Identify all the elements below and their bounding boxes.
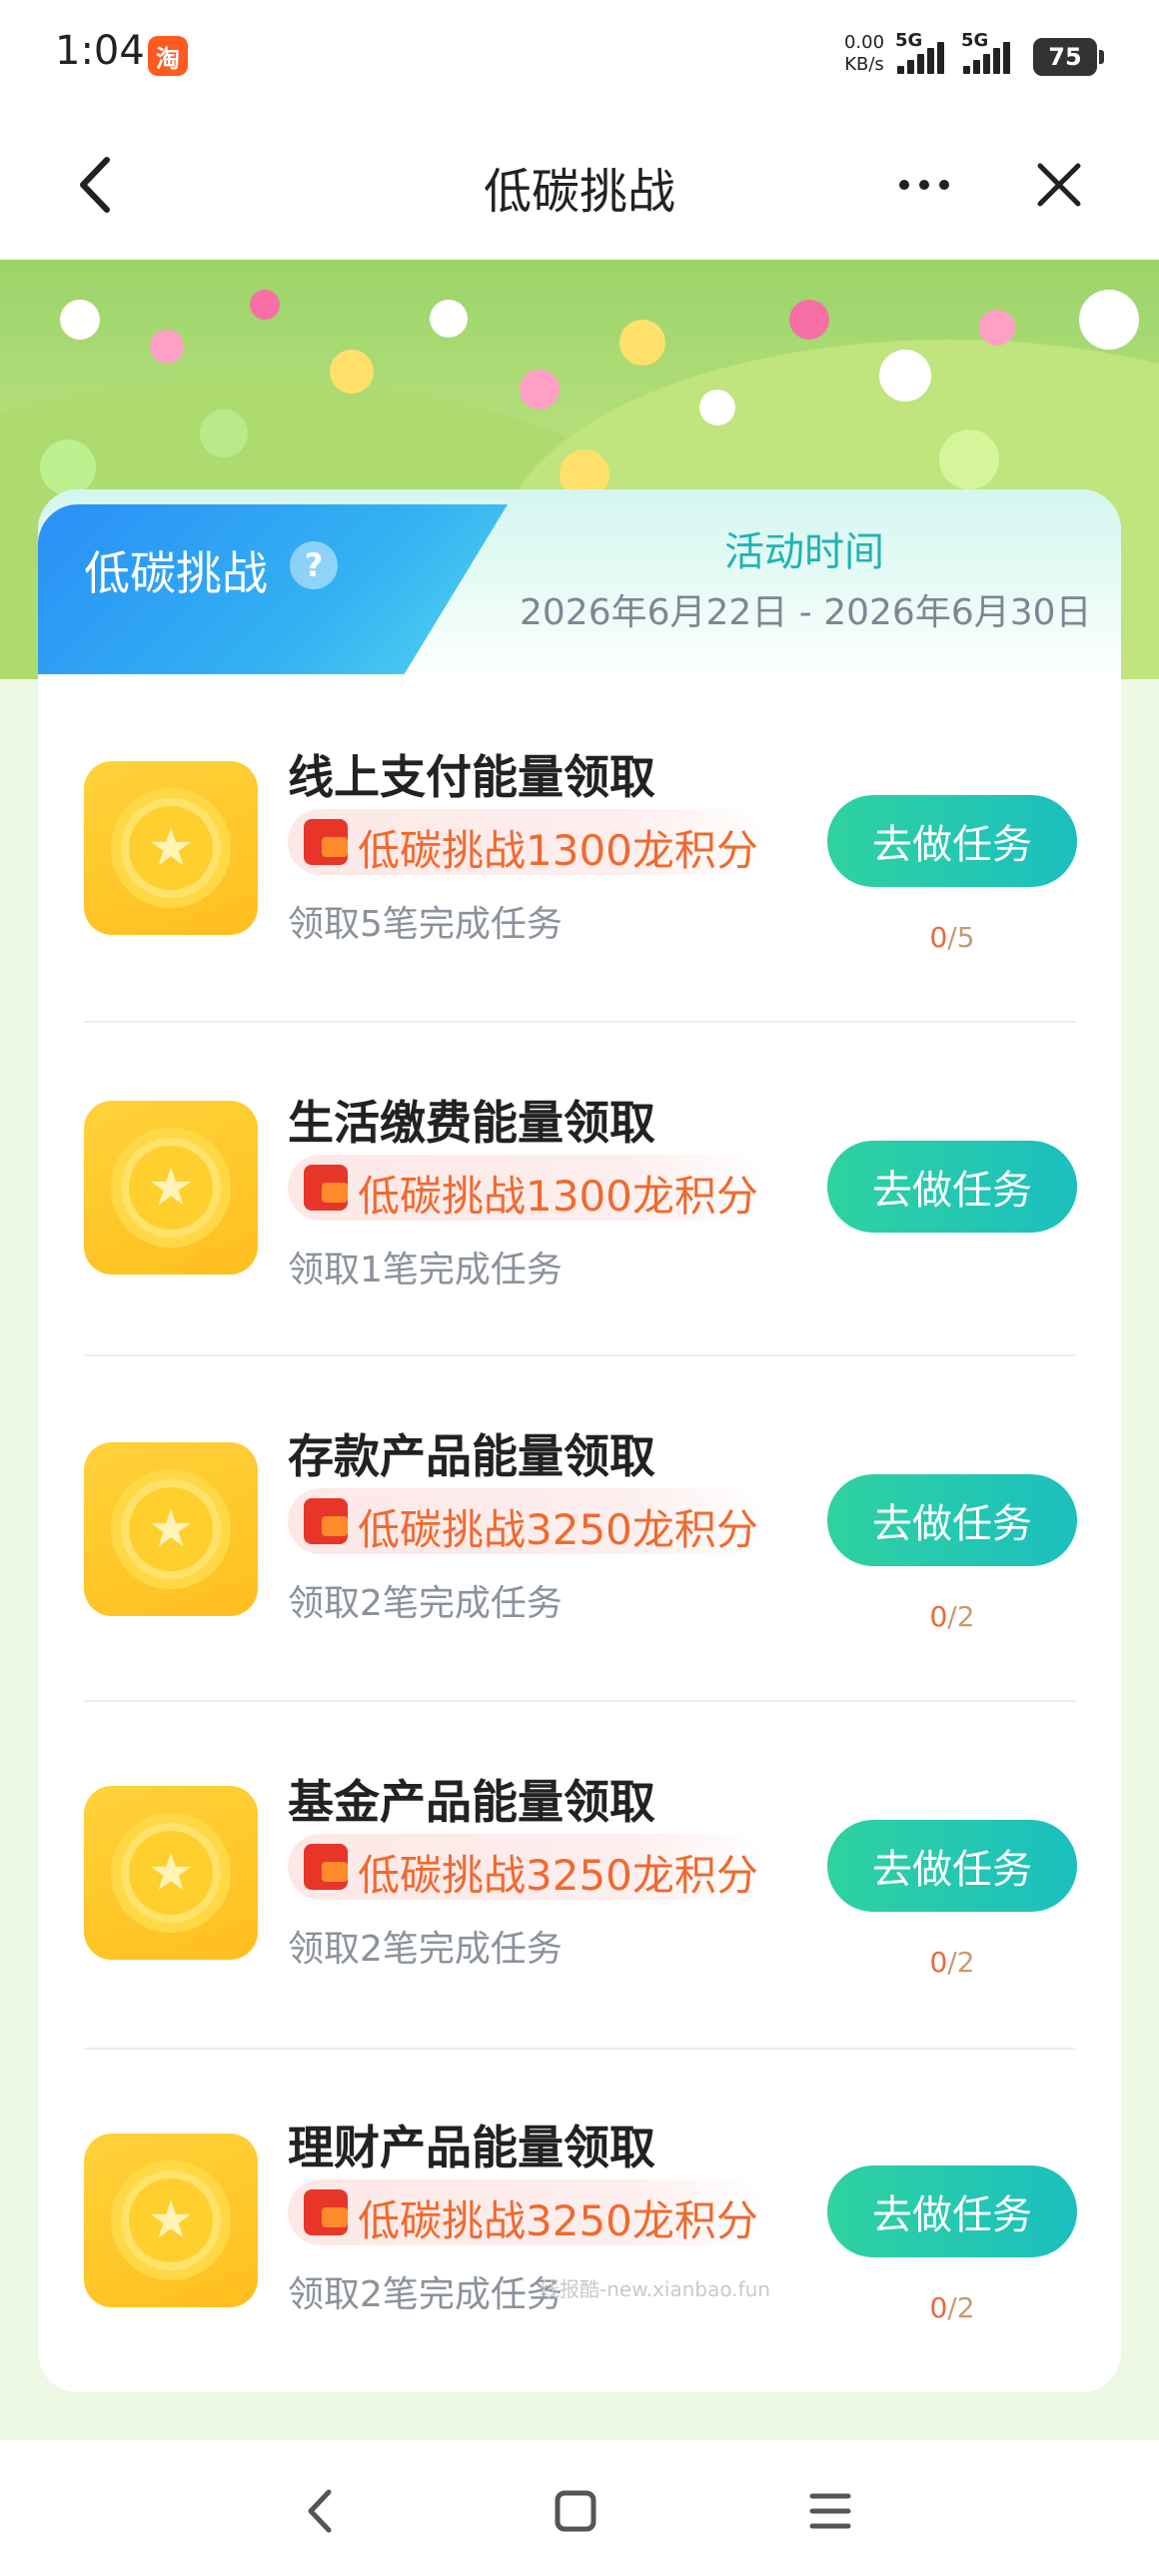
coin-icon: ★: [84, 2134, 258, 2307]
system-menu-button[interactable]: [795, 2476, 865, 2546]
task-progress: 0/2: [827, 1946, 1077, 1979]
progress-total: /5: [947, 921, 975, 954]
signal-5g-icon-2: 5G: [961, 28, 1021, 78]
progress-done: 0: [929, 2291, 948, 2324]
task-title: 存款产品能量领取: [288, 1429, 655, 1483]
red-envelope-icon: [304, 1165, 348, 1211]
task-progress: 0/2: [827, 1600, 1077, 1633]
progress-done: 0: [929, 921, 948, 954]
page-title: 低碳挑战: [483, 164, 675, 220]
reward-pill: 低碳挑战3250龙积分: [288, 1834, 767, 1900]
task-subtitle: 领取2笔完成任务: [288, 1929, 563, 1970]
reward-text: 低碳挑战1300龙积分: [358, 1172, 758, 1221]
divider: [84, 2048, 1075, 2050]
reward-text: 低碳挑战1300龙积分: [358, 826, 758, 875]
help-icon[interactable]: ?: [290, 541, 338, 589]
task-title: 基金产品能量领取: [288, 1775, 655, 1829]
signal-5g-icon: 5G: [895, 28, 955, 78]
activity-time-label: 活动时间: [724, 529, 884, 575]
signal-label-2: 5G: [961, 30, 989, 51]
menu-lines-icon: [809, 2493, 851, 2529]
coin-icon: ★: [84, 1786, 258, 1960]
status-time: 1:04: [55, 28, 145, 74]
divider: [84, 1354, 1075, 1356]
back-icon: [308, 2489, 332, 2533]
watermark: 线报酷-new.xianbao.fun: [540, 2277, 770, 2301]
taobao-notification-icon: 淘: [148, 36, 188, 76]
go-do-task-button[interactable]: 去做任务: [827, 795, 1077, 887]
network-speed-value: 0.00: [843, 32, 885, 53]
red-envelope-icon: [304, 1498, 348, 1544]
signal-label: 5G: [895, 30, 923, 51]
task-subtitle: 领取2笔完成任务: [288, 2274, 563, 2315]
task-item: ★ 基金产品能量领取 低碳挑战3250龙积分 领取2笔完成任务 去做任务 0/2: [38, 1724, 1121, 2064]
more-button[interactable]: [889, 150, 959, 220]
task-title: 线上支付能量领取: [288, 750, 655, 804]
task-item: ★ 生活缴费能量领取 低碳挑战1300龙积分 领取1笔完成任务 去做任务: [38, 1045, 1121, 1384]
go-do-task-button[interactable]: 去做任务: [827, 1820, 1077, 1912]
network-speed-unit: KB/s: [844, 54, 884, 75]
close-icon: [1037, 163, 1081, 207]
task-subtitle: 领取1笔完成任务: [288, 1250, 563, 1290]
go-do-task-button[interactable]: 去做任务: [827, 2165, 1077, 2257]
system-back-button[interactable]: [285, 2476, 355, 2546]
coin-icon: ★: [84, 1101, 258, 1275]
nav-bar: 低碳挑战: [0, 110, 1159, 260]
reward-text: 低碳挑战3250龙积分: [358, 1505, 758, 1554]
reward-text: 低碳挑战3250龙积分: [358, 2196, 758, 2245]
divider: [84, 1700, 1075, 1702]
task-item: ★ 理财产品能量领取 低碳挑战3250龙积分 领取2笔完成任务 去做任务 0/2: [38, 2070, 1121, 2409]
divider: [84, 1021, 1075, 1023]
activity-time-range: 2026年6月22日 - 2026年6月30日: [520, 592, 1092, 633]
task-progress: 0/2: [827, 2291, 1077, 2324]
battery-icon: 75: [1033, 38, 1104, 76]
tab-low-carbon-label: 低碳挑战: [84, 546, 268, 600]
close-button[interactable]: [1024, 150, 1094, 220]
task-title: 生活缴费能量领取: [288, 1096, 655, 1150]
system-nav-bar: [0, 2440, 1159, 2576]
status-bar: 1:04 淘 0.00 KB/s 5G 5G 75: [0, 0, 1159, 110]
red-envelope-icon: [304, 819, 348, 865]
task-progress: 0/5: [827, 921, 1077, 954]
reward-pill: 低碳挑战1300龙积分: [288, 809, 767, 875]
coin-icon: ★: [84, 761, 258, 935]
system-home-button[interactable]: [541, 2476, 610, 2546]
task-item: ★ 线上支付能量领取 低碳挑战1300龙积分 领取5笔完成任务 去做任务 0/5: [38, 699, 1121, 1039]
red-envelope-icon: [304, 2189, 348, 2235]
reward-pill: 低碳挑战3250龙积分: [288, 1488, 767, 1554]
reward-pill: 低碳挑战3250龙积分: [288, 2179, 767, 2245]
progress-total: /2: [947, 2291, 975, 2324]
more-dots-icon: [899, 180, 949, 190]
red-envelope-icon: [304, 1844, 348, 1890]
reward-pill: 低碳挑战1300龙积分: [288, 1155, 767, 1221]
go-do-task-button[interactable]: 去做任务: [827, 1141, 1077, 1233]
home-square-icon: [555, 2490, 596, 2532]
task-title: 理财产品能量领取: [288, 2121, 655, 2174]
progress-done: 0: [929, 1946, 948, 1979]
network-speed: 0.00 KB/s: [841, 32, 887, 76]
go-do-task-button[interactable]: 去做任务: [827, 1474, 1077, 1566]
task-item: ★ 存款产品能量领取 低碳挑战3250龙积分 领取2笔完成任务 去做任务 0/2: [38, 1378, 1121, 1718]
progress-total: /2: [947, 1946, 975, 1979]
progress-total: /2: [947, 1600, 975, 1633]
reward-text: 低碳挑战3250龙积分: [358, 1851, 758, 1900]
task-subtitle: 领取5笔完成任务: [288, 904, 563, 945]
task-subtitle: 领取2笔完成任务: [288, 1583, 563, 1624]
coin-icon: ★: [84, 1442, 258, 1616]
progress-done: 0: [929, 1600, 948, 1633]
